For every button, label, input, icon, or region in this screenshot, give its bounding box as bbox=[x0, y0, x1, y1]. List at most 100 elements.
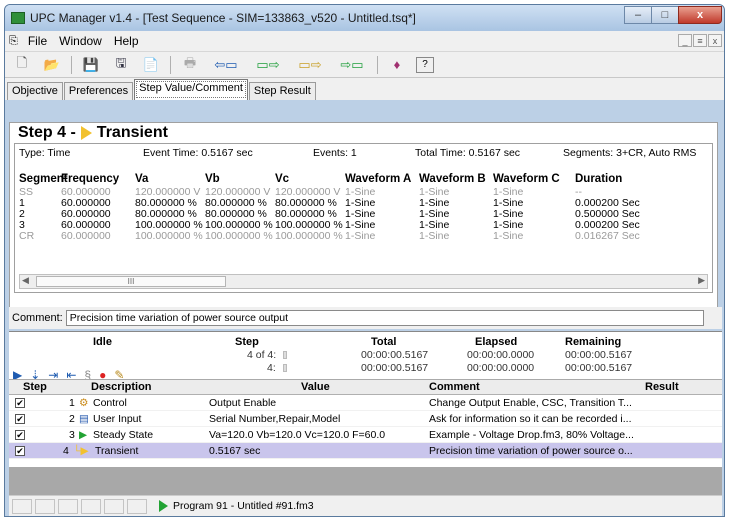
table-row[interactable]: ✔ 3 ▶ Steady State Va=120.0 Vb=120.0 Vc=120.… bbox=[9, 427, 722, 443]
segment-cell: 100.000000 % bbox=[205, 230, 273, 242]
run-state: Idle bbox=[93, 336, 112, 348]
row-value: Output Enable bbox=[209, 397, 277, 409]
row-comment: Example - Voltage Drop.fm3, 80% Voltage.… bbox=[429, 429, 634, 441]
step-type-icon: └▶ bbox=[73, 445, 89, 457]
segment-col-header: Frequency bbox=[61, 173, 120, 185]
segment-cell: 100.000000 % bbox=[275, 230, 343, 242]
scroll-thumb[interactable]: III bbox=[36, 276, 226, 287]
download-icon[interactable]: ⇨▭ bbox=[335, 55, 369, 75]
step-title: Step 4 - Transient bbox=[18, 124, 168, 142]
program-status: Program 91 - Untitled #91.fm3 bbox=[159, 500, 314, 512]
table-row[interactable]: ✔ 4 └▶ Transient 0.5167 sec Precision time va… bbox=[9, 443, 722, 459]
toolbar-separator bbox=[71, 55, 72, 74]
tab-strip: Objective Preferences Step Value/Comment… bbox=[5, 78, 724, 100]
run-program-icon[interactable]: ▭⇨ bbox=[293, 55, 327, 75]
manual-icon[interactable]: ♦ bbox=[386, 55, 408, 75]
play-arrow-icon bbox=[159, 500, 168, 512]
col-comment[interactable]: Comment bbox=[429, 381, 480, 393]
elapsed-time-1: 00:00:00.0000 bbox=[467, 349, 535, 361]
status-cell bbox=[58, 498, 78, 514]
col-result[interactable]: Result bbox=[645, 381, 679, 393]
open-folder-icon[interactable]: 📂 bbox=[41, 55, 63, 75]
table-row[interactable]: ✔ 1 ⚙ Control Output Enable Change Output Ena… bbox=[9, 395, 722, 411]
step-type-icon: ⚙ bbox=[79, 397, 89, 409]
tab-step-result[interactable]: Step Result bbox=[248, 82, 316, 100]
segment-progress-bar bbox=[283, 364, 287, 372]
maximize-button[interactable]: □ bbox=[651, 6, 679, 24]
transient-arrow-icon bbox=[80, 126, 92, 140]
segment-cell: 0.016267 Sec bbox=[575, 230, 640, 242]
step-progress-bar bbox=[283, 351, 287, 359]
program-name: Program 91 - Untitled #91.fm3 bbox=[173, 500, 314, 512]
segment-col-header: Va bbox=[135, 173, 149, 185]
minimize-button[interactable]: – bbox=[624, 6, 652, 24]
total-time-1: 00:00:00.5167 bbox=[361, 349, 429, 361]
transfer-icon[interactable]: ▭⇨ bbox=[251, 55, 285, 75]
row-comment: Change Output Enable, CSC, Transition T.… bbox=[429, 397, 632, 409]
toolbar-separator bbox=[170, 55, 171, 74]
step-of-count: 4 of 4: bbox=[247, 349, 277, 361]
toolbar: 🗋 📂 💾 🖫 📄 🖶 ⇦▭ ▭⇨ ▭⇨ ⇨▭ ♦ ? bbox=[5, 52, 724, 78]
segment-col-header: Waveform A bbox=[345, 173, 412, 185]
event-time: Event Time: 0.5167 sec bbox=[143, 147, 253, 159]
col-value[interactable]: Value bbox=[301, 381, 330, 393]
mdi-minimize-button[interactable]: _ bbox=[678, 34, 692, 47]
row-checkbox[interactable]: ✔ bbox=[15, 398, 25, 408]
menu-window[interactable]: Window bbox=[53, 34, 108, 48]
segment-col-header: Waveform B bbox=[419, 173, 486, 185]
status-bar: Program 91 - Untitled #91.fm3 bbox=[9, 495, 722, 516]
step-type-icon: ▶ bbox=[79, 429, 88, 441]
col-description[interactable]: Description bbox=[91, 381, 152, 393]
step-current: 4: bbox=[267, 362, 276, 374]
segment-col-header: Vc bbox=[275, 173, 290, 185]
help-icon[interactable]: ? bbox=[416, 56, 434, 73]
row-checkbox[interactable]: ✔ bbox=[15, 414, 25, 424]
step-name: Transient bbox=[96, 124, 168, 141]
row-checkbox[interactable]: ✔ bbox=[15, 430, 25, 440]
segment-cell: 1-Sine bbox=[345, 230, 376, 242]
comment-input[interactable]: Precision time variation of power source… bbox=[65, 310, 704, 326]
comment-row: Comment: Precision time variation of pow… bbox=[9, 307, 722, 329]
row-step-number: 1 bbox=[69, 397, 75, 409]
col-step[interactable]: Step bbox=[23, 381, 47, 393]
mdi-restore-button[interactable]: ≡ bbox=[693, 34, 707, 47]
tab-step-value-comment[interactable]: Step Value/Comment bbox=[134, 79, 248, 100]
save-all-icon[interactable]: 🖫 bbox=[110, 55, 132, 75]
step-panel: Step 4 - Transient Type: Time Event Time… bbox=[9, 122, 718, 315]
mdi-close-button[interactable]: x bbox=[708, 34, 722, 47]
tab-objective[interactable]: Objective bbox=[7, 82, 63, 100]
segment-cell: 1-Sine bbox=[493, 230, 524, 242]
close-button[interactable]: x bbox=[678, 6, 722, 24]
row-description: Control bbox=[93, 397, 127, 409]
row-step-number: 4 bbox=[63, 445, 69, 457]
toolbar-separator bbox=[377, 55, 378, 74]
save-icon[interactable]: 💾 bbox=[80, 55, 102, 75]
row-description: User Input bbox=[93, 413, 142, 425]
upload-icon[interactable]: ⇦▭ bbox=[209, 55, 243, 75]
row-step-number: 3 bbox=[69, 429, 75, 441]
title-bar[interactable]: UPC Manager v1.4 - [Test Sequence - SIM=… bbox=[5, 5, 724, 31]
menu-doc-icon: ⎘ bbox=[9, 34, 18, 47]
status-cell bbox=[12, 498, 32, 514]
menu-help[interactable]: Help bbox=[108, 34, 145, 48]
tab-preferences[interactable]: Preferences bbox=[63, 82, 134, 100]
segment-cell: CR bbox=[19, 230, 35, 242]
step-type: Type: Time bbox=[19, 147, 71, 159]
row-description: Transient bbox=[95, 445, 139, 457]
row-checkbox[interactable]: ✔ bbox=[15, 446, 25, 456]
status-cell bbox=[35, 498, 55, 514]
row-step-number: 2 bbox=[69, 413, 75, 425]
new-file-icon[interactable]: 🗋 bbox=[11, 55, 33, 75]
total-time: Total Time: 0.5167 sec bbox=[415, 147, 521, 159]
properties-icon[interactable]: 📄 bbox=[140, 55, 162, 75]
table-row[interactable]: ✔ 2 ▤ User Input Serial Number,Repair,Model A… bbox=[9, 411, 722, 427]
scroll-right-icon[interactable]: ▶ bbox=[698, 275, 705, 286]
menu-file[interactable]: File bbox=[22, 34, 53, 48]
step-type-icon: ▤ bbox=[79, 413, 89, 425]
scroll-left-icon[interactable]: ◀ bbox=[22, 275, 29, 286]
horizontal-scrollbar[interactable]: ◀ III ▶ bbox=[19, 274, 708, 289]
print-icon[interactable]: 🖶 bbox=[179, 55, 201, 75]
row-comment: Ask for information so it can be recorde… bbox=[429, 413, 632, 425]
status-cell bbox=[104, 498, 124, 514]
status-cell bbox=[81, 498, 101, 514]
